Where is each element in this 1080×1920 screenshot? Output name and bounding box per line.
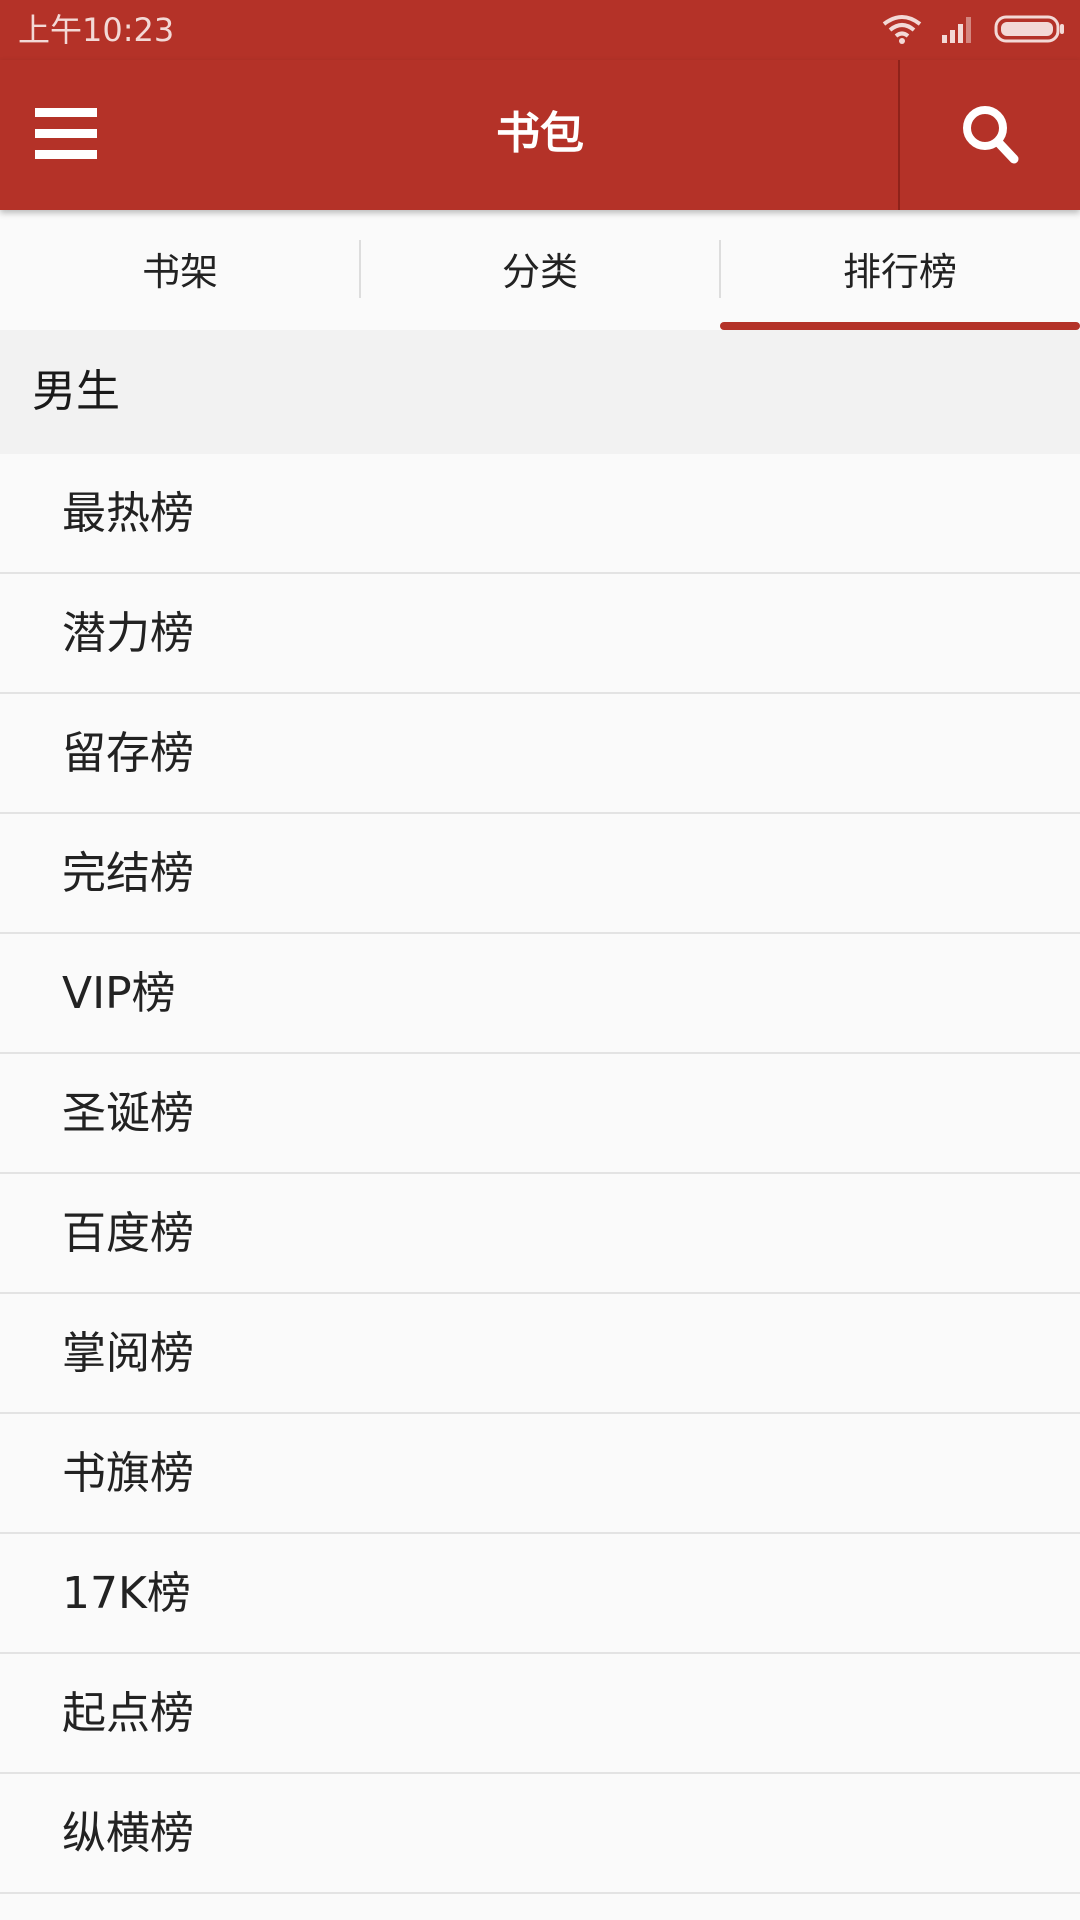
rank-item-shuqi[interactable]: 书旗榜 <box>0 1414 1080 1534</box>
rank-item-label: 留存榜 <box>62 728 194 779</box>
rank-item-potential[interactable]: 潜力榜 <box>0 574 1080 694</box>
wifi-icon <box>882 14 922 48</box>
status-icons <box>882 14 1066 48</box>
rank-item-17k[interactable]: 17K榜 <box>0 1534 1080 1654</box>
rank-item-retention[interactable]: 留存榜 <box>0 694 1080 814</box>
search-button[interactable] <box>940 86 1040 186</box>
rank-list: 最热榜 潜力榜 留存榜 完结榜 VIP榜 圣诞榜 百度榜 掌阅榜 书旗榜 17K… <box>0 454 1080 1894</box>
tab-bookshelf[interactable]: 书架 <box>0 210 360 330</box>
section-title: 男生 <box>32 366 120 417</box>
tab-category[interactable]: 分类 <box>360 210 720 330</box>
rank-item-label: 起点榜 <box>62 1688 194 1739</box>
app-title: 书包 <box>496 108 584 159</box>
rank-item-label: 潜力榜 <box>62 608 194 659</box>
section-header-male: 男生 <box>0 330 1080 454</box>
rank-item-completed[interactable]: 完结榜 <box>0 814 1080 934</box>
status-time: 上午10:23 <box>18 11 175 49</box>
tab-bar: 书架 分类 排行榜 <box>0 210 1080 330</box>
rank-item-label: 圣诞榜 <box>62 1088 194 1139</box>
rank-item-label: 17K榜 <box>62 1568 191 1619</box>
app-bar: 书包 <box>0 60 1080 210</box>
rank-item-zhangyue[interactable]: 掌阅榜 <box>0 1294 1080 1414</box>
rank-item-label: VIP榜 <box>62 968 176 1019</box>
tab-ranking[interactable]: 排行榜 <box>720 210 1080 330</box>
rank-item-label: 纵横榜 <box>62 1808 194 1859</box>
rank-item-qidian[interactable]: 起点榜 <box>0 1654 1080 1774</box>
rank-item-zongheng[interactable]: 纵横榜 <box>0 1774 1080 1894</box>
search-icon <box>960 103 1020 169</box>
rank-item-label: 百度榜 <box>62 1208 194 1259</box>
rank-item-label: 最热榜 <box>62 488 194 539</box>
battery-icon <box>994 15 1066 47</box>
app-bar-divider <box>898 60 900 210</box>
rank-item-label: 完结榜 <box>62 848 194 899</box>
rank-item-label: 书旗榜 <box>62 1448 194 1499</box>
signal-icon <box>940 15 976 47</box>
rank-item-christmas[interactable]: 圣诞榜 <box>0 1054 1080 1174</box>
status-bar: 上午10:23 <box>0 0 1080 60</box>
rank-item-hottest[interactable]: 最热榜 <box>0 454 1080 574</box>
rank-item-vip[interactable]: VIP榜 <box>0 934 1080 1054</box>
rank-item-label: 掌阅榜 <box>62 1328 194 1379</box>
tab-selected-indicator <box>720 322 1080 330</box>
rank-item-baidu[interactable]: 百度榜 <box>0 1174 1080 1294</box>
